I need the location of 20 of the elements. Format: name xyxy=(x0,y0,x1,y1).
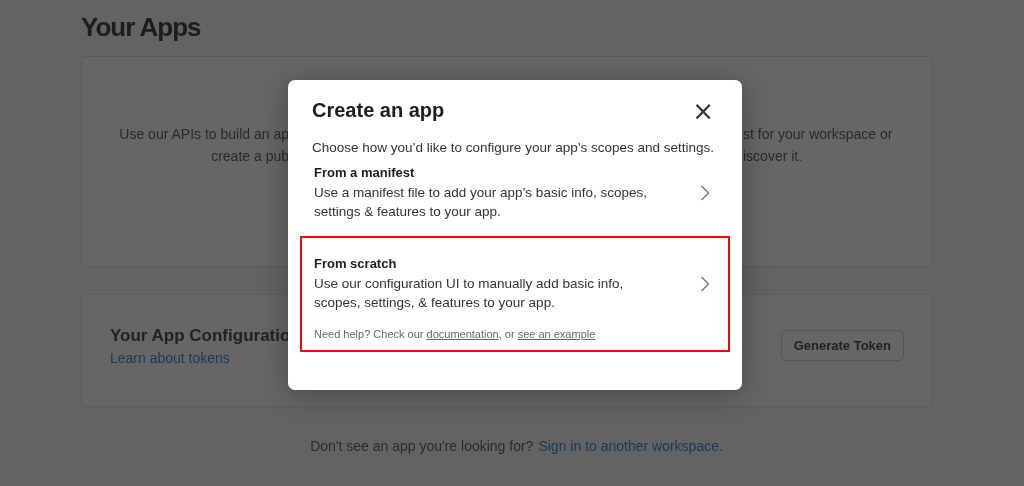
page-title: Your Apps xyxy=(81,12,201,43)
intro-text: st for your workspace or xyxy=(743,126,893,142)
option-item[interactable]: From a manifest Use a manifest file to add your app’s basic info, scopes, settings & features to your app. xyxy=(300,163,730,223)
dialog-title: Create an app xyxy=(312,99,445,122)
intro-text: create a pub xyxy=(211,148,289,164)
option-title: From a manifest xyxy=(314,165,416,180)
help-text: Need help? Check our xyxy=(314,328,424,340)
intro-text: Use our APIs to build an ap xyxy=(119,126,289,142)
intro-text: iscover it. xyxy=(743,148,803,164)
chevron-icon xyxy=(700,276,710,292)
help-text: , or xyxy=(498,328,515,340)
option-description: Use our configuration UI to manually add basic info, scopes, settings, & features to your app. xyxy=(314,275,625,312)
option-title: From scratch xyxy=(314,256,398,271)
dialog-subtitle: Choose how you’d like to configure your app’s scopes and settings. xyxy=(312,140,715,155)
documentation-link[interactable]: documentation xyxy=(426,328,499,340)
config-title: Your App Configuratio xyxy=(110,325,291,346)
example-link[interactable]: see an example xyxy=(517,328,596,340)
chevron-icon xyxy=(700,185,710,201)
option-description: Use a manifest file to add your app’s basic info, scopes, settings & features to your app. xyxy=(314,184,648,221)
option-item[interactable]: From scratch Use our configuration UI to manually add basic info, scopes, settings, & features to your app. Need help? Check our documentation, or see an example xyxy=(300,236,730,352)
